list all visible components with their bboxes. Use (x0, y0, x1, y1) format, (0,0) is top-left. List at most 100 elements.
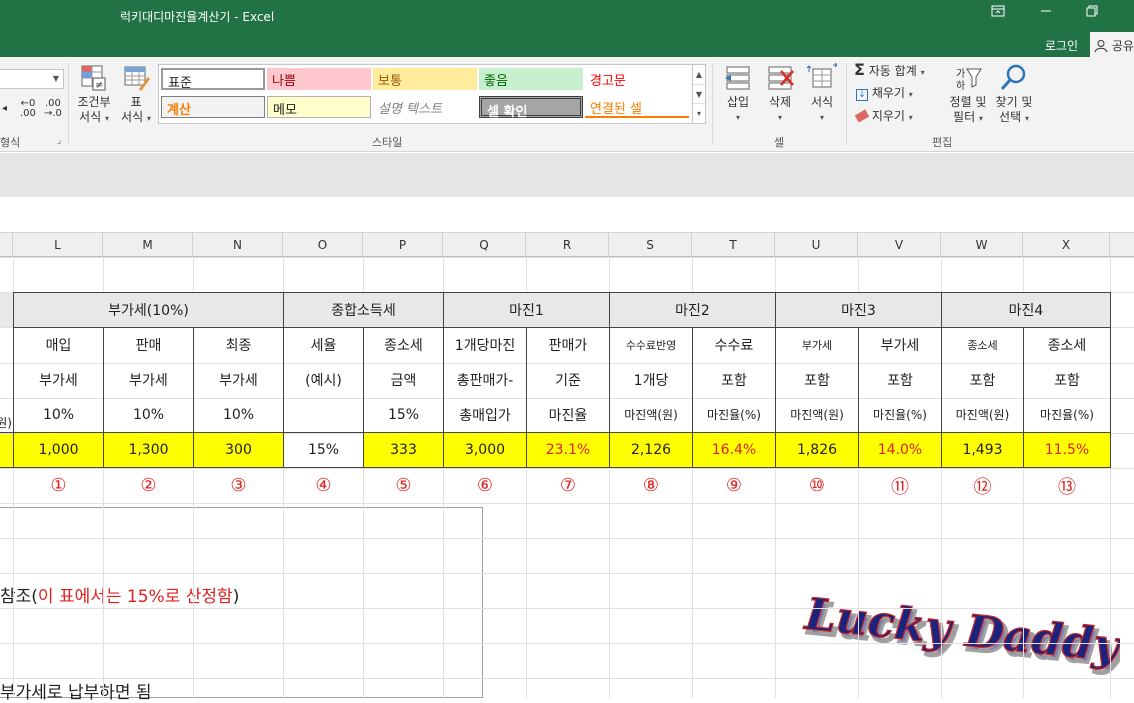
decimal-adjust-icon[interactable]: .00 →.0 (44, 99, 62, 119)
style-warning[interactable]: 경고문 (585, 68, 689, 90)
scroll-up-icon[interactable]: ▲ (693, 65, 705, 84)
group-separator (712, 63, 713, 145)
value-cell[interactable]: 1,493 (941, 432, 1024, 468)
formula-area-background (0, 153, 1134, 197)
group-header[interactable]: 마진2 (609, 292, 776, 328)
style-good[interactable]: 좋음 (479, 68, 583, 90)
share-button[interactable]: 공유 (1090, 32, 1134, 57)
header-label-sub3: 마진율(%) (873, 408, 927, 422)
group-header[interactable]: 마진1 (443, 292, 610, 328)
style-calculation[interactable]: 계산 (161, 96, 265, 118)
note-textbox[interactable]: 참조(이 표에서는 15%로 산정함) 부가세로 납부하면 됨 (0, 507, 483, 703)
group-header[interactable]: 종합소득세 (283, 292, 444, 328)
gallery-scrollbar[interactable]: ▲ ▼ ▾ (692, 64, 706, 124)
group-header[interactable]: 마진3 (775, 292, 942, 328)
value-cell[interactable]: 300 (193, 432, 284, 468)
value-cell[interactable]: 11.5% (1023, 432, 1111, 468)
value-cell[interactable]: 14.0% (858, 432, 942, 468)
style-linked-cell[interactable]: 연결된 셀 (585, 96, 689, 118)
column-header-x[interactable]: X (1023, 233, 1110, 257)
grid-line (0, 538, 1134, 539)
column-header-v[interactable]: V (858, 233, 941, 257)
find-select-button[interactable]: 찾기 및 선택 ▾ (992, 63, 1036, 126)
formula-bar[interactable] (0, 197, 1134, 233)
column-header-w[interactable]: W (941, 233, 1023, 257)
value-cell[interactable]: 23.1% (526, 432, 610, 468)
value-cell[interactable]: 2,126 (609, 432, 693, 468)
style-neutral[interactable]: 보통 (373, 68, 477, 90)
circled-marker: ⑦ (559, 475, 577, 496)
value-cell[interactable]: 1,300 (103, 432, 194, 468)
scroll-down-icon[interactable]: ▼ (693, 84, 705, 103)
table-format-icon (124, 66, 150, 91)
autosum-button[interactable]: Σ 자동 합계 ▾ (854, 62, 925, 80)
format-as-table-button[interactable]: 표 서식 ▾ (118, 63, 154, 126)
header-label-sub3: 총매입가 (459, 407, 511, 424)
value-cell[interactable]: 15% (283, 432, 364, 468)
column-header-m[interactable]: M (103, 233, 193, 257)
title-bar: 럭키대디마진율계산기 - Excel 로그인 공유 (0, 0, 1134, 57)
column-header-s[interactable]: S (609, 233, 692, 257)
header-label-sub2: 포함 (887, 372, 913, 389)
column-header-t[interactable]: T (692, 233, 775, 257)
style-check-cell[interactable]: 셀 확인 (479, 96, 583, 120)
column-header-p[interactable]: P (363, 233, 443, 257)
style-normal[interactable]: 표준 (161, 68, 265, 91)
conditional-format-label-1: 조건부 (77, 95, 111, 109)
format-button[interactable]: 서식 ▾ (804, 63, 840, 125)
group-header[interactable]: 부가세(10%) (13, 292, 284, 328)
worksheet[interactable]: 원) 참조(이 표에서는 15%로 산정함) 부가세로 납부하면 됨 Lucky… (0, 257, 1134, 703)
style-note[interactable]: 메모 (267, 96, 371, 118)
sort-filter-label-2: 필터 (953, 110, 976, 124)
header-label-sub1: 부가세 (880, 337, 920, 354)
delete-button[interactable]: 삭제 ▾ (762, 63, 798, 125)
lucky-daddy-logo: Lucky Daddy Lucky Daddy (800, 597, 1120, 677)
group-header-partial[interactable] (0, 292, 14, 328)
conditional-format-button[interactable]: ≠ 조건부 서식 ▾ (74, 63, 114, 126)
value-cell[interactable]: 333 (363, 432, 444, 468)
value-cell[interactable]: 1,826 (775, 432, 859, 468)
group-header[interactable]: 마진4 (941, 292, 1111, 328)
ribbon: ▼ ◂ ←0.00 .00 →.0 형식 ⌟ ≠ 조건부 서식 ▾ 표 서식 ▾ … (0, 57, 1134, 152)
style-explanatory[interactable]: 설명 텍스트 (373, 96, 477, 118)
insert-button[interactable]: 삽입 ▾ (720, 63, 756, 125)
circled-marker: ④ (315, 475, 332, 496)
header-label-sub2: 금액 (390, 372, 417, 389)
header-label-sub3: 15% (387, 406, 420, 423)
restore-icon[interactable] (1080, 5, 1104, 25)
window-title: 럭키대디마진율계산기 - Excel (120, 10, 275, 24)
number-format-dropdown[interactable]: ▼ (0, 69, 64, 89)
partial-value-cell[interactable] (0, 432, 14, 468)
column-header-u[interactable]: U (775, 233, 858, 257)
circled-marker: ① (50, 475, 67, 496)
header-label-sub2: 포함 (969, 372, 996, 389)
header-label-sub2: 기준 (555, 372, 581, 389)
increase-decimal-icon[interactable]: ◂ (2, 101, 7, 116)
sort-filter-icon: 가하 (956, 68, 982, 92)
value-cell[interactable]: 1,000 (13, 432, 104, 468)
column-header-r[interactable]: R (526, 233, 609, 257)
header-label-sub1: 수수료 (714, 337, 754, 354)
column-header-n[interactable]: N (193, 233, 283, 257)
grid-line (0, 503, 1134, 504)
dialog-launcher-icon[interactable]: ⌟ (57, 136, 61, 146)
style-bad[interactable]: 나쁨 (267, 68, 371, 90)
login-link[interactable]: 로그인 (1045, 37, 1078, 54)
grid-line (0, 678, 1134, 679)
fill-button[interactable]: ↓ 채우기 ▾ (856, 86, 913, 102)
column-header-partial[interactable] (0, 233, 13, 257)
column-header-o[interactable]: O (283, 233, 363, 257)
value-cell[interactable]: 16.4% (692, 432, 776, 468)
value-cell[interactable]: 3,000 (443, 432, 527, 468)
sort-filter-button[interactable]: 가하 정렬 및 필터 ▾ (946, 63, 990, 126)
gallery-more-icon[interactable]: ▾ (693, 103, 705, 122)
clear-button[interactable]: 지우기 ▾ (854, 109, 913, 125)
insert-cells-icon (725, 66, 750, 90)
circled-marker: ⑬ (1058, 476, 1076, 498)
decrease-decimal-icon[interactable]: ←0.00 (20, 99, 36, 119)
column-header-q[interactable]: Q (443, 233, 526, 257)
minimize-icon[interactable] (1034, 5, 1058, 25)
ribbon-display-icon[interactable] (986, 5, 1010, 25)
column-header-l[interactable]: L (13, 233, 103, 257)
partial-header-cell[interactable]: 원) (0, 327, 14, 433)
